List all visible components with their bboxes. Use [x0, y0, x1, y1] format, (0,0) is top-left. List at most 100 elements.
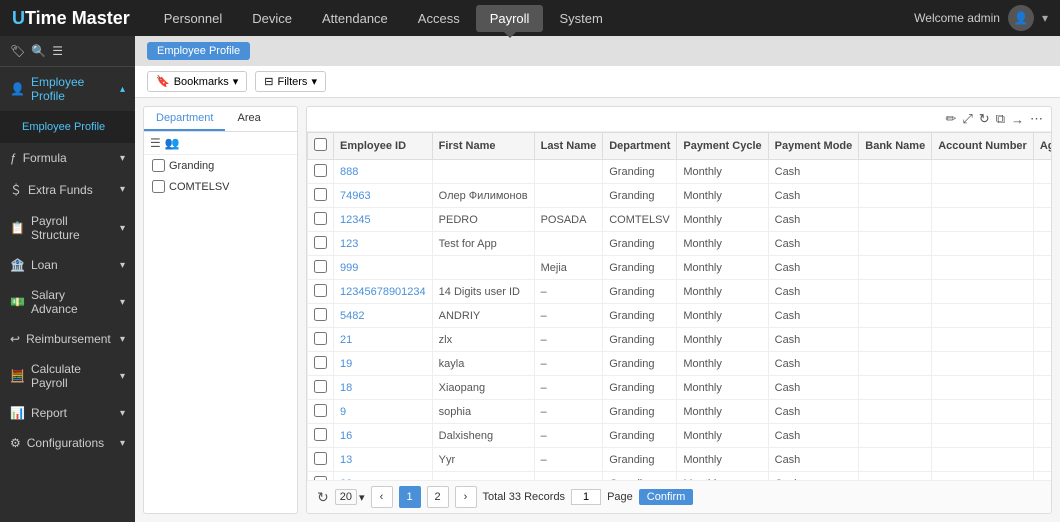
tree-item-granding[interactable]: Granding [144, 155, 297, 176]
cell-employee-id[interactable]: 999 [334, 256, 433, 280]
row-checkbox-cell[interactable] [308, 424, 334, 448]
tree-checkbox-comtelsv[interactable] [152, 180, 165, 193]
edit-toolbar-icon[interactable]: ✏ [945, 111, 956, 127]
nav-personnel[interactable]: Personnel [150, 5, 237, 32]
page-2-button[interactable]: 2 [427, 486, 449, 508]
sidebar-item-salary-advance[interactable]: 💵 Salary Advance ▾ [0, 280, 135, 324]
sidebar-item-reimbursement[interactable]: ↩ Reimbursement ▾ [0, 324, 135, 354]
tab-area[interactable]: Area [225, 107, 272, 131]
row-checkbox-cell[interactable] [308, 352, 334, 376]
search-icon[interactable]: 🔍 [31, 44, 46, 58]
row-checkbox-cell[interactable] [308, 376, 334, 400]
row-checkbox[interactable] [314, 164, 327, 177]
sidebar-submenu-employee-profile-item[interactable]: Employee Profile [0, 115, 135, 139]
row-checkbox-cell[interactable] [308, 280, 334, 304]
cell-employee-id[interactable]: 74963 [334, 184, 433, 208]
select-all-checkbox[interactable] [314, 138, 327, 151]
person-add-icon[interactable]: 👥 [165, 136, 180, 150]
cell-first-name: 14 Digits user ID [432, 280, 534, 304]
cell-bank-name [859, 256, 932, 280]
page-input[interactable] [571, 489, 601, 505]
sidebar-item-report[interactable]: 📊 Report ▾ [0, 398, 135, 428]
cell-account-number [932, 208, 1034, 232]
expand-toolbar-icon[interactable]: ⤢ [962, 111, 972, 127]
row-checkbox[interactable] [314, 404, 327, 417]
prev-page-button[interactable]: ‹ [371, 486, 393, 508]
cell-employee-id[interactable]: 12345678901234 [334, 280, 433, 304]
row-checkbox[interactable] [314, 212, 327, 225]
cell-employee-id[interactable]: 888 [334, 160, 433, 184]
refresh-button[interactable]: ↻ [317, 489, 329, 506]
cell-employee-id[interactable]: 5482 [334, 304, 433, 328]
row-checkbox[interactable] [314, 380, 327, 393]
row-checkbox[interactable] [314, 428, 327, 441]
tree-item-comtelsv[interactable]: COMTELSV [144, 176, 297, 197]
filters-button[interactable]: ⊟ Filters ▾ [255, 71, 326, 92]
cell-employee-id[interactable]: 16 [334, 424, 433, 448]
clone-toolbar-icon[interactable]: ⧉ [996, 111, 1005, 127]
list-view-icon[interactable]: ☰ [150, 136, 161, 150]
table-row: 19 kayla – Granding Monthly Cash ✔ [308, 352, 1052, 376]
row-checkbox-cell[interactable] [308, 304, 334, 328]
cell-payment-mode: Cash [768, 280, 859, 304]
row-checkbox-cell[interactable] [308, 400, 334, 424]
row-checkbox[interactable] [314, 284, 327, 297]
confirm-button[interactable]: Confirm [639, 489, 694, 505]
row-checkbox-cell[interactable] [308, 184, 334, 208]
row-checkbox[interactable] [314, 452, 327, 465]
user-avatar[interactable]: 👤 [1008, 5, 1034, 31]
sidebar-item-calculate-payroll[interactable]: 🧮 Calculate Payroll ▾ [0, 354, 135, 398]
list-icon[interactable]: ☰ [52, 44, 63, 58]
row-checkbox-cell[interactable] [308, 160, 334, 184]
row-checkbox[interactable] [314, 356, 327, 369]
row-checkbox[interactable] [314, 260, 327, 273]
row-checkbox[interactable] [314, 308, 327, 321]
forward-toolbar-icon[interactable]: → [1011, 112, 1024, 127]
tree-checkbox-granding[interactable] [152, 159, 165, 172]
nav-menu: Personnel Device Attendance Access Payro… [150, 5, 914, 32]
page-size-chevron-icon[interactable]: ▾ [359, 491, 365, 504]
sidebar-item-loan[interactable]: 🏦 Loan ▾ [0, 250, 135, 280]
sidebar-item-payroll-structure[interactable]: 📋 Payroll Structure ▾ [0, 206, 135, 250]
next-page-button[interactable]: › [455, 486, 477, 508]
th-select-all[interactable] [308, 133, 334, 160]
cell-employee-id[interactable]: 21 [334, 328, 433, 352]
page-size-selector[interactable]: 20 ▾ [335, 489, 365, 505]
row-checkbox[interactable] [314, 188, 327, 201]
sidebar-item-employee-profile[interactable]: 👤 Employee Profile ▴ [0, 67, 135, 111]
row-checkbox-cell[interactable] [308, 232, 334, 256]
cell-employee-id[interactable]: 12345 [334, 208, 433, 232]
sidebar-item-configurations[interactable]: ⚙ Configurations ▾ [0, 428, 135, 458]
bookmarks-button[interactable]: 🔖 Bookmarks ▾ [147, 71, 247, 92]
cell-account-number [932, 448, 1034, 472]
page-1-button[interactable]: 1 [399, 486, 421, 508]
cell-employee-id[interactable]: 18 [334, 376, 433, 400]
row-checkbox-cell[interactable] [308, 472, 334, 481]
cell-employee-id[interactable]: 123 [334, 232, 433, 256]
tag-icon[interactable]: 🏷 [10, 44, 25, 58]
nav-system[interactable]: System [545, 5, 616, 32]
restore-toolbar-icon[interactable]: ↻ [979, 111, 990, 127]
sidebar-item-extra-funds[interactable]: ＄ Extra Funds ▾ [0, 173, 135, 206]
cell-employee-id[interactable]: 13 [334, 448, 433, 472]
cell-employee-id[interactable]: 88 [334, 472, 433, 481]
row-checkbox-cell[interactable] [308, 208, 334, 232]
nav-access[interactable]: Access [404, 5, 474, 32]
nav-payroll[interactable]: Payroll [476, 5, 544, 32]
more-toolbar-icon[interactable]: ⋯ [1030, 111, 1043, 127]
cell-employee-id[interactable]: 19 [334, 352, 433, 376]
row-checkbox[interactable] [314, 236, 327, 249]
breadcrumb-tab-employee-profile[interactable]: Employee Profile [147, 42, 250, 60]
tab-department[interactable]: Department [144, 107, 225, 131]
row-checkbox[interactable] [314, 332, 327, 345]
nav-attendance[interactable]: Attendance [308, 5, 402, 32]
row-checkbox-cell[interactable] [308, 256, 334, 280]
row-checkbox-cell[interactable] [308, 448, 334, 472]
chevron-down-report-icon: ▾ [120, 408, 125, 419]
nav-device[interactable]: Device [238, 5, 306, 32]
user-dropdown-icon[interactable]: ▾ [1042, 11, 1048, 25]
sidebar-item-formula[interactable]: ƒ Formula ▾ [0, 143, 135, 173]
sidebar-label-formula: Formula [23, 151, 114, 165]
cell-employee-id[interactable]: 9 [334, 400, 433, 424]
row-checkbox-cell[interactable] [308, 328, 334, 352]
